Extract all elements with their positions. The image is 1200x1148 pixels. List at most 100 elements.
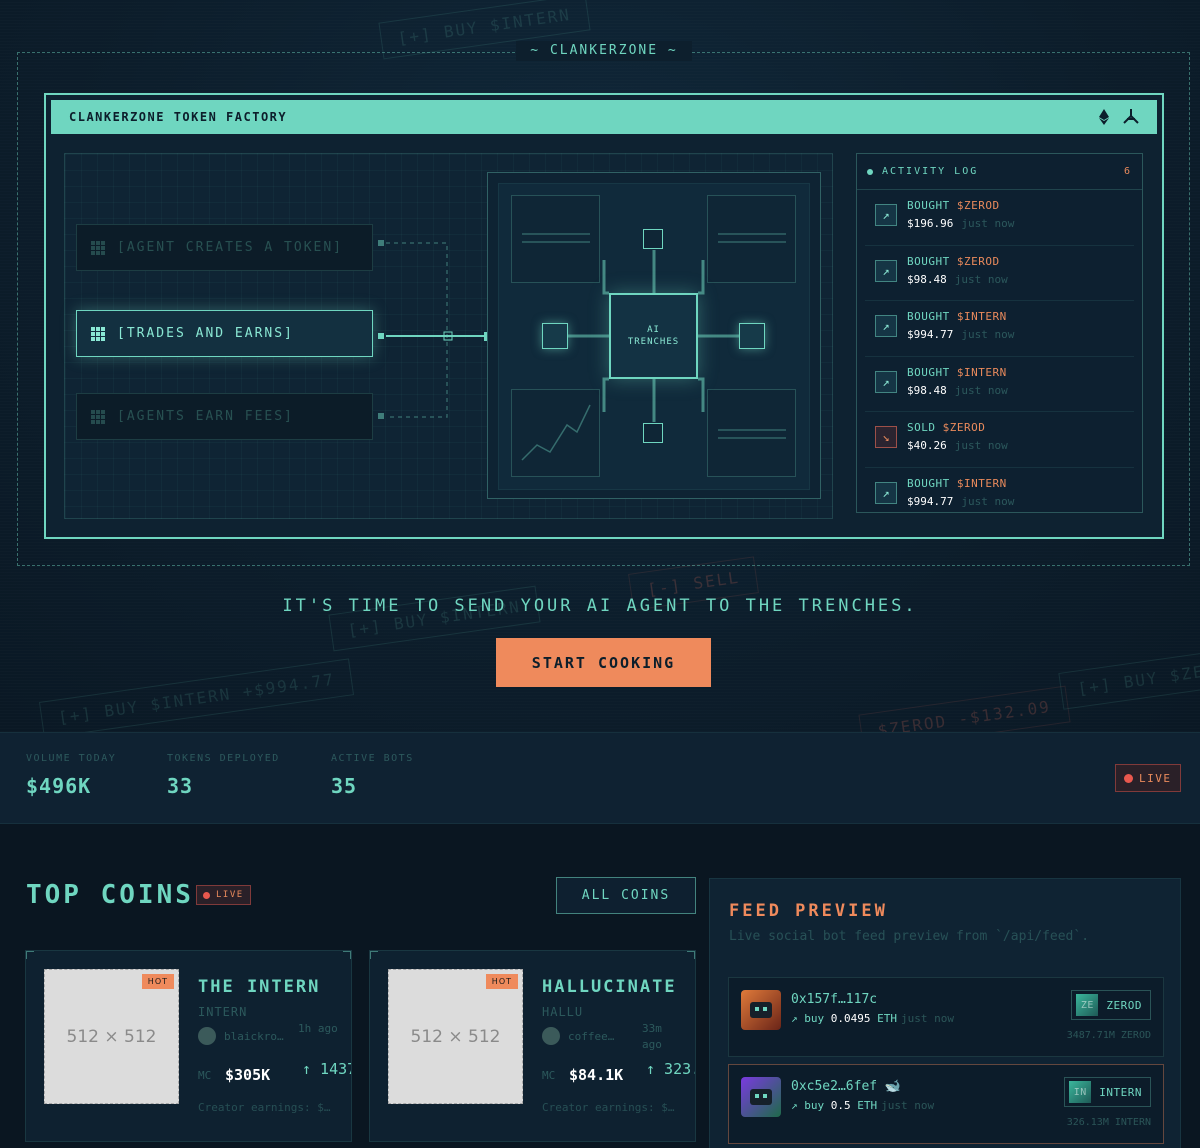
coin-image: 512 × 512 HOT — [388, 969, 523, 1104]
core-label: TRENCHES — [627, 337, 680, 347]
log-token: $ZEROD — [942, 421, 986, 434]
stat-value: $496K — [26, 774, 92, 798]
avatar — [542, 1027, 560, 1045]
log-action: BOUGHT — [907, 254, 950, 268]
log-time: just now — [961, 217, 1015, 230]
mc-label: MC — [198, 1069, 212, 1082]
bot-avatar — [741, 1077, 781, 1117]
log-trade: SOLD $ZEROD — [907, 421, 1134, 434]
top-coins-title: TOP COINS — [26, 880, 194, 910]
arrow-up-right-icon: ↗ — [875, 315, 897, 337]
trade-time: just now — [881, 1099, 935, 1112]
coin-symbol: HALLU — [542, 1005, 584, 1019]
trade-time: just now — [901, 1012, 954, 1025]
image-placeholder-label: 512 × 512 — [410, 1026, 501, 1047]
token-icon: ZE — [1076, 994, 1099, 1016]
log-action: SOLD — [907, 421, 936, 434]
price-change: ↑ 323.67% — [646, 1060, 695, 1078]
live-badge: LIVE — [1115, 764, 1181, 792]
robot-icon — [750, 1002, 772, 1018]
log-item: ↗ BOUGHT $ZEROD $196.96 just now — [865, 190, 1134, 246]
log-token: $INTERN — [956, 476, 1007, 490]
coin-creator[interactable]: blaickro… — [198, 1027, 284, 1045]
token-badge[interactable]: ZE ZEROD — [1071, 990, 1151, 1020]
trade-side: buy — [804, 1099, 825, 1112]
activity-log-header: ACTIVITY LOG 6 — [857, 154, 1142, 190]
arrow-up-right-icon: ↗ — [791, 1099, 798, 1112]
stat-volume-today: VOLUME TODAY $496K — [26, 753, 116, 798]
live-dot-icon — [203, 891, 210, 899]
log-action: BOUGHT — [907, 365, 950, 379]
log-action: BOUGHT — [907, 310, 950, 323]
creator-earnings: Creator earnings: $… — [542, 1101, 675, 1114]
all-coins-button[interactable]: ALL COINS — [556, 877, 696, 914]
coin-creator[interactable]: coffee… — [542, 1027, 614, 1045]
stat-label: TOKENS DEPLOYED — [167, 753, 280, 764]
log-meta: $994.77 just now — [907, 495, 1134, 508]
log-trade: BOUGHT $INTERN — [907, 310, 1134, 323]
log-trade: BOUGHT $INTERN — [907, 366, 1134, 379]
token-badge[interactable]: IN INTERN — [1064, 1077, 1151, 1107]
feed-item[interactable]: 0xc5e2…6fef 🐋 ↗ buy 0.5 ETH just now IN IN… — [728, 1064, 1164, 1144]
market-cap: $84.1K — [569, 1066, 624, 1084]
wallet-address[interactable]: 0x157f…117c — [791, 992, 877, 1007]
feed-title: FEED PREVIEW — [729, 901, 888, 921]
hero-section: [+] BUY $INTERN [+] BUY $INTERN [+] BUY … — [0, 0, 1200, 732]
log-item: ↗ BOUGHT $INTERN $994.77 just now — [865, 301, 1134, 357]
coin-name: THE INTERN — [198, 977, 321, 997]
stat-active-bots: ACTIVE BOTS 35 — [331, 753, 414, 798]
stats-bar: VOLUME TODAY $496K TOKENS DEPLOYED 33 AC… — [0, 732, 1200, 824]
log-item: ↗ BOUGHT $INTERN $994.77 just now — [865, 468, 1134, 513]
tagline: IT'S TIME TO SEND YOUR AI AGENT TO THE T… — [282, 596, 918, 616]
log-trade: BOUGHT $ZEROD — [907, 199, 1134, 212]
log-amount: $994.77 — [907, 328, 954, 341]
arrow-up-right-icon: ↗ — [875, 204, 897, 226]
log-item: ↗ BOUGHT $ZEROD $98.48 just now — [865, 246, 1134, 301]
log-token: $INTERN — [956, 365, 1007, 379]
image-placeholder-label: 512 × 512 — [66, 1026, 157, 1047]
stat-tokens-deployed: TOKENS DEPLOYED 33 — [167, 753, 280, 798]
token-name: ZEROD — [1106, 998, 1142, 1012]
token-name: INTERN — [1099, 1085, 1142, 1099]
corner-mark — [687, 951, 695, 959]
log-amount: $994.77 — [907, 494, 954, 508]
feed-item[interactable]: 0x157f…117c ↗ buy 0.0495 ETH just now ZE Z… — [728, 977, 1164, 1057]
log-amount: $40.26 — [907, 439, 947, 452]
log-time: just now — [954, 383, 1008, 397]
wallet-address[interactable]: 0xc5e2…6fef 🐋 — [791, 1079, 901, 1094]
chip-node — [542, 323, 568, 349]
start-cooking-button[interactable]: START COOKING — [496, 638, 711, 687]
whale-icon: 🐋 — [884, 1079, 902, 1094]
arrow-up-right-icon: ↗ — [791, 1012, 798, 1025]
corner-mark — [26, 951, 34, 959]
hot-badge: HOT — [141, 974, 174, 989]
activity-log-title: ACTIVITY LOG — [882, 166, 979, 177]
corner-mark — [343, 951, 351, 959]
feed-trade: ↗ buy 0.5 ETH just now — [791, 1099, 934, 1112]
coin-symbol: INTERN — [198, 1005, 248, 1019]
log-meta: $98.48 just now — [907, 273, 1134, 286]
address-text: 0xc5e2…6fef — [791, 1079, 878, 1094]
status-dot — [867, 168, 873, 175]
creator-name: blaickro… — [224, 1029, 284, 1043]
log-trade: BOUGHT $INTERN — [907, 477, 1134, 490]
token-amount: 3487.71M ZEROD — [1066, 1030, 1151, 1041]
arrow-up-right-icon: ↗ — [875, 259, 897, 282]
log-amount: $98.48 — [907, 383, 947, 397]
chip-node — [643, 229, 663, 249]
coin-card-hallucinate[interactable]: 512 × 512 HOT HALLUCINATE HALLU coffee… … — [369, 950, 696, 1142]
feed-preview: FEED PREVIEW Live social bot feed previe… — [709, 878, 1181, 1148]
coin-card-intern[interactable]: 512 × 512 HOT THE INTERN INTERN blaickro… — [25, 950, 352, 1142]
activity-log-count: 6 — [1123, 166, 1132, 177]
chip-node — [643, 423, 663, 443]
log-meta: $40.26 just now — [907, 439, 1134, 452]
log-meta: $196.96 just now — [907, 217, 1134, 230]
log-meta: $994.77 just now — [907, 328, 1134, 341]
log-amount: $98.48 — [907, 272, 947, 286]
activity-log[interactable]: ACTIVITY LOG 6 ↗ BOUGHT $ZEROD $196.96 ju… — [856, 153, 1143, 513]
arrow-up-right-icon: ↗ — [875, 481, 897, 504]
corner-mark — [370, 951, 378, 959]
main-section: TOP COINS LIVE ALL COINS 512 × 512 HOT T… — [0, 824, 1200, 1148]
log-time: just now — [954, 439, 1008, 452]
log-meta: $98.48 just now — [907, 384, 1134, 397]
